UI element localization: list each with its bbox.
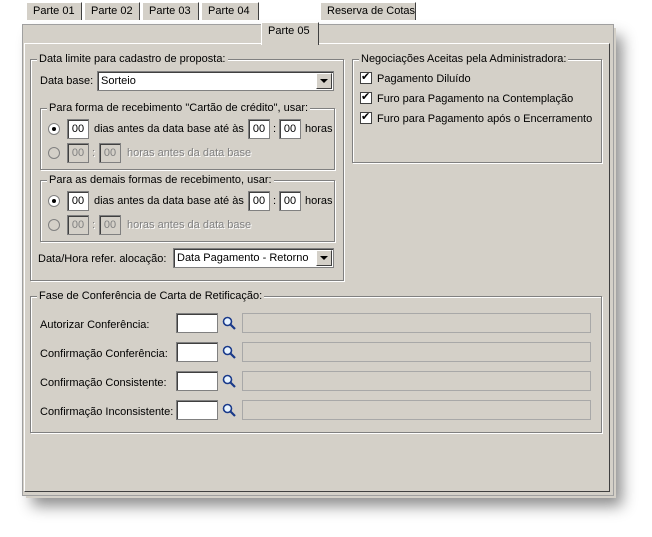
chevron-down-icon[interactable] [316,250,332,266]
demais-radio-days[interactable] [48,195,60,207]
pagamento-diluido-checkbox[interactable] [360,70,372,84]
cartao-radio-days[interactable] [48,123,60,135]
demais-radio-hours[interactable] [48,219,60,231]
cartao-days-text: dias antes da data base até às [94,123,244,135]
autorizar-conferencia-input[interactable] [176,313,218,333]
search-icon[interactable] [222,316,236,330]
cartao-hours-a-input[interactable]: 00 [67,143,89,163]
cartao-hour-input[interactable]: 00 [248,119,270,139]
furo-contemplacao-label: Furo para Pagamento na Contemplação [377,93,574,105]
tab-parte-03[interactable]: Parte 03 [142,2,199,20]
furo-encerramento-label: Furo para Pagamento após o Encerramento [377,113,593,125]
pagamento-diluido-label: Pagamento Diluído [377,73,471,85]
demais-hours-a-input[interactable]: 00 [67,215,89,235]
confirmacao-consistente-label: Confirmação Consistente: [40,377,167,389]
cartao-hours-sep: : [92,147,96,159]
furo-encerramento-checkbox[interactable] [360,110,372,124]
confirmacao-consistente-description [242,371,591,391]
demais-hour-input[interactable]: 00 [248,191,270,211]
alocacao-select[interactable]: Data Pagamento - Retorno [173,248,334,268]
cartao-radio-hours[interactable] [48,147,60,159]
search-icon[interactable] [222,403,236,417]
cartao-legend: Para forma de recebimento "Cartão de cré… [47,102,311,114]
demais-time-sep: : [273,195,277,207]
demais-horas-text: horas [305,195,333,207]
demais-legend: Para as demais formas de recebimento, us… [47,174,274,186]
cartao-time-sep: : [273,123,277,135]
chevron-down-icon[interactable] [316,73,332,89]
demais-hours-sep: : [92,219,96,231]
data-base-select[interactable]: Sorteio [97,71,334,91]
demais-days-input[interactable]: 00 [67,191,89,211]
furo-contemplacao-checkbox[interactable] [360,90,372,104]
demais-minute-input[interactable]: 00 [279,191,301,211]
autorizar-conferencia-description [242,313,591,333]
demais-hours-text: horas antes da data base [127,219,252,231]
fase-legend: Fase de Conferência de Carta de Retifica… [37,290,265,302]
negociacoes-legend: Negociações Aceitas pela Administradora: [359,53,569,65]
tab-parte-01[interactable]: Parte 01 [26,2,82,20]
cartao-minute-input[interactable]: 00 [279,119,301,139]
cartao-hours-b-input[interactable]: 00 [99,143,121,163]
tab-parte-02[interactable]: Parte 02 [84,2,140,20]
autorizar-conferencia-label: Autorizar Conferência: [40,319,150,331]
data-base-value: Sorteio [101,75,136,87]
confirmacao-inconsistente-label: Confirmação Inconsistente: [40,406,174,418]
alocacao-value: Data Pagamento - Retorno [177,252,309,264]
cartao-days-input[interactable]: 00 [67,119,89,139]
confirmacao-conferencia-input[interactable] [176,342,218,362]
alocacao-label: Data/Hora refer. alocação: [38,253,167,265]
confirmacao-conferencia-description [242,342,591,362]
demais-days-text: dias antes da data base até às [94,195,244,207]
search-icon[interactable] [222,374,236,388]
cartao-hours-text: horas antes da data base [127,147,252,159]
data-limite-legend: Data limite para cadastro de proposta: [37,53,228,65]
demais-hours-b-input[interactable]: 00 [99,215,121,235]
tab-reserva-de-cotas[interactable]: Reserva de Cotas [320,2,416,20]
tab-parte-04[interactable]: Parte 04 [201,2,259,20]
search-icon[interactable] [222,345,236,359]
confirmacao-inconsistente-input[interactable] [176,400,218,420]
confirmacao-conferencia-label: Confirmação Conferência: [40,348,168,360]
cartao-horas-text: horas [305,123,333,135]
tab-parte-05[interactable]: Parte 05 [261,22,319,45]
confirmacao-inconsistente-description [242,400,591,420]
data-base-label: Data base: [40,75,94,87]
confirmacao-consistente-input[interactable] [176,371,218,391]
